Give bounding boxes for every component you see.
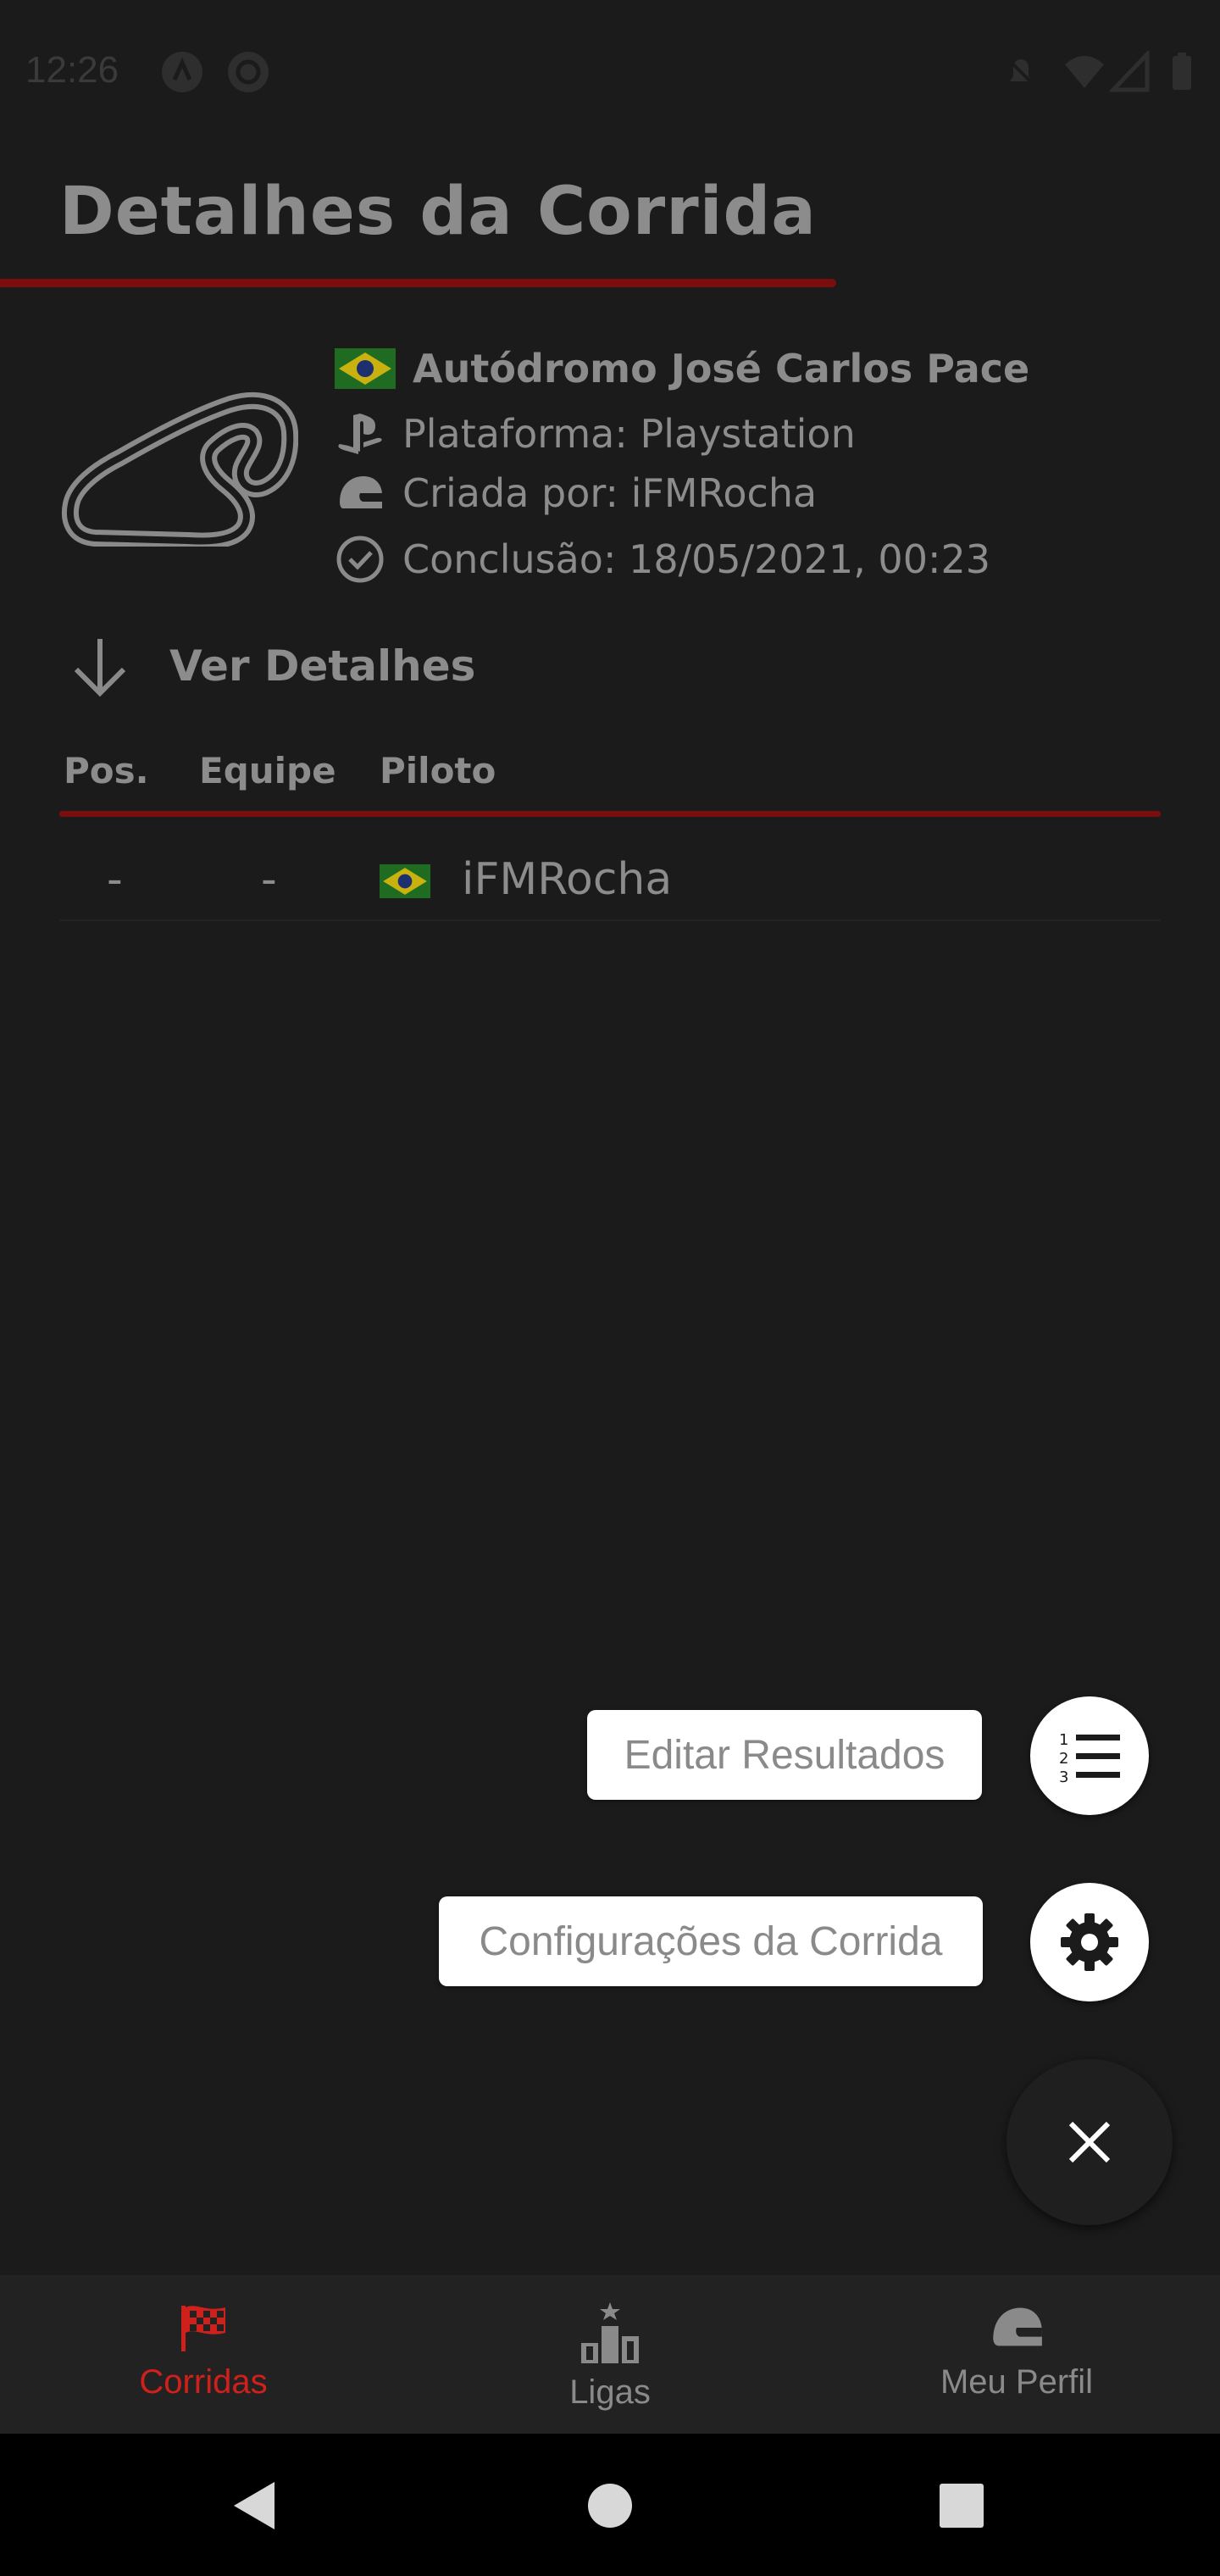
platform-row: Plataforma: Playstation [335,408,856,459]
track-map-icon [62,391,298,547]
helmet-icon [340,476,382,508]
nav-item-ligas[interactable]: Ligas [407,2275,813,2434]
status-time: 12:26 [25,49,119,91]
column-header-driver: Piloto [380,750,496,791]
check-circle-icon [336,536,384,583]
table-header-underline [59,811,1161,817]
column-header-pos: Pos. [64,750,149,791]
svg-text:2: 2 [1059,1750,1068,1768]
home-circle-icon [588,2484,632,2528]
track-name: Autódromo José Carlos Pace [413,346,1030,391]
title-underline [0,279,836,287]
ver-detalhes-label: Ver Detalhes [169,641,476,691]
recents-square-icon [940,2484,984,2528]
signal-icon [1110,51,1150,92]
home-button[interactable] [572,2468,648,2544]
back-button[interactable] [216,2468,292,2544]
svg-text:1: 1 [1059,1731,1068,1749]
nav-label-ligas: Ligas [569,2373,651,2411]
nav-item-corridas[interactable]: Corridas [0,2275,407,2434]
brazil-flag-icon [335,348,396,389]
svg-text:3: 3 [1059,1768,1068,1785]
bottom-navigation: Corridas Ligas Meu Perfil [0,2275,1220,2434]
row-team: - [261,854,277,905]
back-triangle-icon [234,2482,274,2529]
sync-notification-icon [228,52,269,92]
row-pos: - [107,854,123,905]
battery-icon [1173,53,1191,90]
configuracoes-corrida-label[interactable]: Configurações da Corrida [439,1896,983,1986]
creator-text: Criada por: iFMRocha [402,470,818,516]
helmet-icon [993,2307,1042,2346]
recents-button[interactable] [923,2468,1000,2544]
results-table-header: Pos. Equipe Piloto [59,750,1161,801]
editar-resultados-button[interactable]: 1 2 3 [1030,1696,1149,1815]
status-bar: 12:26 [0,0,1220,144]
arrow-down-icon [74,639,126,697]
checkered-flag-icon [181,2306,225,2351]
nav-label-corridas: Corridas [139,2363,268,2401]
conclusion-row: Conclusão: 18/05/2021, 00:23 [335,534,990,585]
column-header-team: Equipe [199,750,336,791]
ver-detalhes-button[interactable]: Ver Detalhes [68,634,475,698]
close-fab-button[interactable] [1006,2059,1173,2225]
platform-text: Plataforma: Playstation [402,411,856,457]
page-title: Detalhes da Corrida [59,174,817,250]
brazil-flag-icon [380,864,430,898]
playstation-icon [338,414,382,454]
editar-resultados-label[interactable]: Editar Resultados [587,1710,982,1800]
system-navigation-bar [0,2434,1220,2576]
creator-row: Criada por: iFMRocha [335,468,817,519]
podium-icon [581,2302,639,2363]
configuracoes-corrida-button[interactable] [1030,1883,1149,2001]
nav-label-meu-perfil: Meu Perfil [940,2363,1094,2401]
row-driver: iFMRocha [462,854,673,905]
numbered-list-icon: 1 2 3 [1059,1731,1120,1785]
track-name-row: Autódromo José Carlos Pace [335,346,1029,391]
gear-icon [1061,1913,1118,1971]
table-row[interactable]: - - iFMRocha [59,839,1161,921]
wifi-icon [1065,56,1104,88]
app-notification-icon [162,52,202,92]
mute-icon [1005,56,1037,88]
conclusion-text: Conclusão: 18/05/2021, 00:23 [402,536,990,582]
close-icon [1068,2121,1111,2163]
nav-item-meu-perfil[interactable]: Meu Perfil [813,2275,1220,2434]
